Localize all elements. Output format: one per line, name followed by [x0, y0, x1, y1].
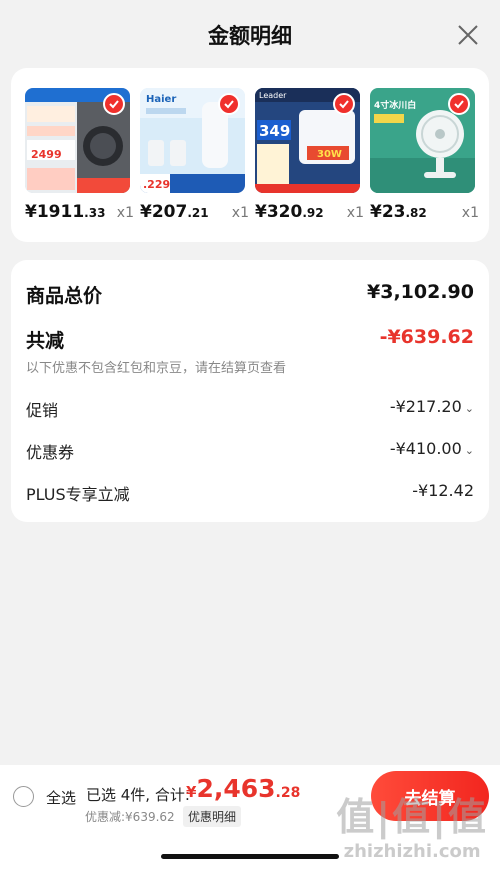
svg-text:Leader: Leader — [259, 91, 287, 100]
product-thumbnail: Leader 349 30W — [255, 88, 360, 193]
selected-count: 已选 4件, 合计: — [86, 786, 190, 804]
close-icon[interactable] — [456, 23, 480, 47]
watermark-en: zhizhizhi.com — [343, 841, 481, 862]
selected-check-icon[interactable] — [218, 93, 240, 115]
selected-check-icon[interactable] — [333, 93, 355, 115]
svg-text:4寸冰川白: 4寸冰川白 — [374, 99, 416, 111]
svg-text:Haier: Haier — [146, 94, 176, 105]
product-list: 2499 ¥1911.33 x1 Haier .229 ¥207.21 x1 L… — [11, 68, 489, 242]
product-quantity: x1 — [231, 205, 249, 221]
discount-detail-button[interactable]: 优惠明细 — [183, 806, 242, 827]
product-quantity: x1 — [461, 205, 479, 221]
product-thumbnail: 2499 — [25, 88, 130, 193]
goods-total-value: ¥3,102.90 — [367, 281, 474, 303]
product-item[interactable]: 2499 ¥1911.33 x1 — [25, 88, 134, 222]
discount-note: 以下优惠不包含红包和京豆，请在结算页查看 — [26, 361, 287, 376]
selected-check-icon[interactable] — [103, 93, 125, 115]
promotion-value: -¥217.20 ⌄ — [389, 397, 474, 416]
watermark-logo: 值|值|值 zhizhizhi.com — [336, 786, 488, 862]
selected-check-icon[interactable] — [448, 93, 470, 115]
coupon-value: -¥410.00 ⌄ — [389, 439, 474, 458]
product-item[interactable]: 4寸冰川白 ¥23.82 x1 — [370, 88, 479, 222]
coupon-label: 优惠券 — [26, 443, 75, 462]
product-quantity: x1 — [116, 205, 134, 221]
home-indicator — [161, 854, 339, 859]
product-price: ¥23.82 — [370, 202, 427, 222]
plus-discount-label: PLUS专享立减 — [26, 485, 130, 504]
sheet-header: 金额明细 — [0, 0, 500, 68]
goods-total-label: 商品总价 — [26, 285, 103, 307]
amount-detail-sheet: 金额明细 2499 ¥1911.33 x1 Haier .229 ¥207.21… — [0, 0, 500, 765]
svg-text:30W: 30W — [317, 149, 342, 160]
select-all-label[interactable]: 全选 — [46, 787, 76, 808]
chevron-down-icon[interactable]: ⌄ — [465, 444, 474, 457]
product-price: ¥1911.33 — [25, 202, 106, 222]
watermark-cn: 值|值|值 — [336, 795, 488, 839]
plus-discount-value: -¥12.42 — [412, 481, 474, 500]
svg-text:2499: 2499 — [31, 148, 62, 161]
product-quantity: x1 — [346, 205, 364, 221]
discount-summary: 优惠减:¥639.62 — [85, 810, 175, 824]
price-breakdown: 商品总价 ¥3,102.90 共减 -¥639.62 以下优惠不包含红包和京豆，… — [11, 260, 489, 522]
total-amount: ¥2,463.28 — [186, 774, 301, 803]
product-price: ¥207.21 — [140, 202, 209, 222]
product-price: ¥320.92 — [255, 202, 324, 222]
product-thumbnail: 4寸冰川白 — [370, 88, 475, 193]
product-thumbnail: Haier .229 — [140, 88, 245, 193]
product-item[interactable]: Haier .229 ¥207.21 x1 — [140, 88, 249, 222]
sheet-title: 金额明细 — [208, 24, 292, 48]
product-item[interactable]: Leader 349 30W ¥320.92 x1 — [255, 88, 364, 222]
chevron-down-icon[interactable]: ⌄ — [465, 402, 474, 415]
total-reduce-label: 共减 — [26, 330, 65, 352]
svg-text:349: 349 — [259, 122, 290, 140]
select-all-radio[interactable] — [13, 786, 34, 807]
promotion-label: 促销 — [26, 401, 59, 420]
svg-text:.229: .229 — [143, 178, 170, 191]
total-reduce-value: -¥639.62 — [379, 326, 474, 348]
